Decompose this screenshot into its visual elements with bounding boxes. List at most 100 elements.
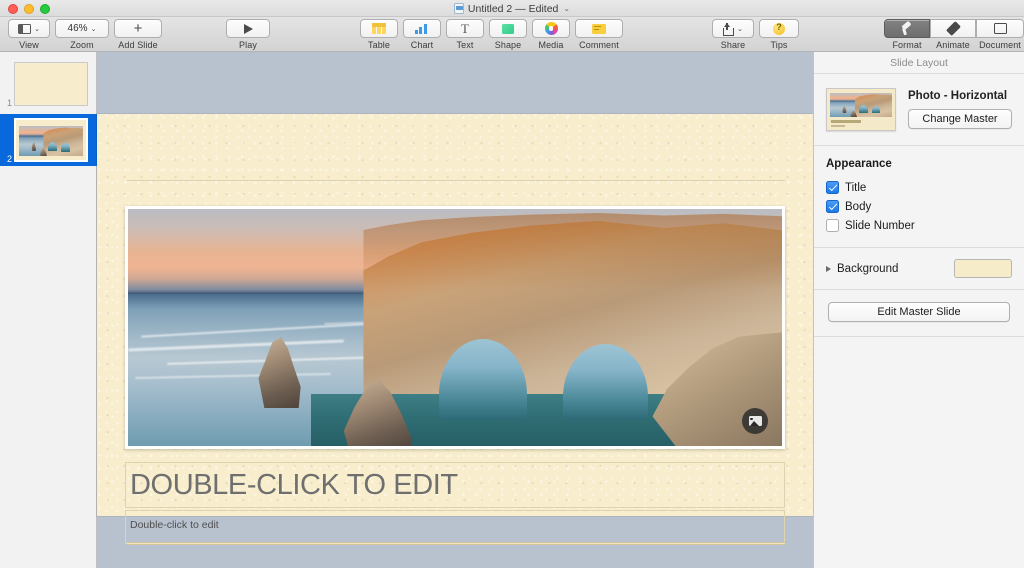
checkbox-title-label: Title: [845, 182, 866, 194]
photo-cliff-highlight: [363, 209, 782, 290]
checkbox-row-title[interactable]: Title: [826, 178, 1012, 197]
slide-canvas[interactable]: DOUBLE-CLICK TO EDIT Double-click to edi…: [97, 114, 813, 516]
thumbnail-canvas: [14, 62, 88, 106]
table-button[interactable]: Table: [360, 19, 398, 50]
view-panes-icon: [18, 24, 31, 34]
divider: [814, 336, 1024, 337]
checkbox-slide-number[interactable]: [826, 219, 839, 232]
share-arrow-up-icon: [723, 23, 734, 35]
document-title[interactable]: Untitled 2 — Edited ⌄: [0, 0, 1024, 17]
play-triangle-icon: [244, 24, 253, 34]
keynote-window: Untitled 2 — Edited ⌄ ⌄ View 46% ⌄ Zoom: [0, 0, 1024, 568]
zoom-button[interactable]: 46% ⌄ Zoom: [55, 19, 109, 50]
slide-number-label: 2: [0, 154, 14, 164]
checkbox-body-label: Body: [845, 201, 871, 213]
play-button-label: Play: [239, 40, 257, 50]
share-button[interactable]: ⌄ Share: [712, 19, 754, 50]
tips-button[interactable]: Tips: [759, 19, 799, 50]
slide-thumbnail-1[interactable]: 1: [0, 58, 97, 110]
divider: [814, 247, 1024, 248]
inspector-tab-group: Format Animate Document: [884, 19, 1024, 50]
slide-photo-placeholder[interactable]: [125, 206, 785, 449]
plus-icon: +: [134, 21, 143, 36]
media-button-label: Media: [538, 40, 563, 50]
slide-body-text: Double-click to edit: [130, 519, 219, 531]
inspector-header: Slide Layout: [814, 52, 1024, 74]
shape-button[interactable]: Shape: [489, 19, 527, 50]
decorative-rule-top: [127, 180, 785, 181]
format-inspector-panel: Slide Layout Photo - Horizontal: [813, 52, 1024, 568]
zoom-button-label: Zoom: [70, 40, 93, 50]
background-row[interactable]: Background: [814, 250, 1024, 287]
toolbar-right-group: ⌄ Share Tips: [712, 19, 799, 50]
animate-diamond-icon: [946, 21, 961, 36]
chevron-down-icon: ⌄: [34, 25, 40, 33]
shape-square-icon: [502, 24, 514, 34]
image-placeholder-icon[interactable]: [742, 408, 768, 434]
table-icon: [372, 23, 386, 34]
slide-number-label: 1: [0, 98, 14, 108]
checkbox-row-slide-number[interactable]: Slide Number: [826, 216, 1012, 235]
chevron-down-icon: ⌄: [91, 25, 97, 33]
toolbar-insert-group: Table Chart T Text Shape: [360, 19, 623, 50]
share-button-label: Share: [721, 40, 746, 50]
master-slide-row: Photo - Horizontal Change Master: [814, 74, 1024, 143]
master-slide-thumbnail[interactable]: [826, 88, 896, 131]
view-button[interactable]: ⌄ View: [8, 19, 50, 50]
background-label: Background: [837, 263, 948, 275]
comment-note-icon: [592, 24, 606, 34]
text-button[interactable]: T Text: [446, 19, 484, 50]
edit-master-row: Edit Master Slide: [814, 292, 1024, 334]
tab-animate[interactable]: Animate: [930, 19, 976, 50]
slide-title-placeholder[interactable]: DOUBLE-CLICK TO EDIT: [125, 462, 785, 508]
disclosure-triangle-icon[interactable]: [826, 266, 831, 272]
divider: [814, 145, 1024, 146]
divider: [814, 289, 1024, 290]
master-slide-meta: Photo - Horizontal Change Master: [908, 88, 1012, 129]
tab-format[interactable]: Format: [884, 19, 930, 50]
text-button-label: Text: [457, 40, 474, 50]
change-master-button[interactable]: Change Master: [908, 109, 1012, 129]
master-thumbnail-text-lines: [831, 120, 861, 127]
checkbox-body[interactable]: [826, 200, 839, 213]
play-button[interactable]: Play: [226, 19, 270, 50]
add-slide-button[interactable]: + Add Slide: [114, 19, 162, 50]
add-slide-label: Add Slide: [118, 40, 157, 50]
toolbar-left-group: ⌄ View 46% ⌄ Zoom + Add Slide: [8, 19, 162, 50]
tips-question-icon: [773, 23, 785, 35]
edit-master-slide-button[interactable]: Edit Master Slide: [828, 302, 1010, 322]
tab-format-label: Format: [892, 40, 921, 50]
zoom-value: 46%: [68, 23, 88, 34]
chevron-down-icon[interactable]: ⌄: [563, 4, 570, 13]
comment-button[interactable]: Comment: [575, 19, 623, 50]
tab-animate-label: Animate: [936, 40, 970, 50]
photo-image: [128, 209, 782, 446]
tab-document[interactable]: Document: [976, 19, 1024, 50]
chart-button[interactable]: Chart: [403, 19, 441, 50]
slide-canvas-area[interactable]: DOUBLE-CLICK TO EDIT Double-click to edi…: [97, 52, 813, 568]
text-t-icon: T: [461, 22, 469, 35]
slide-navigator[interactable]: 1 2: [0, 52, 97, 568]
document-title-text: Untitled 2 — Edited: [468, 3, 558, 15]
slide-body-placeholder[interactable]: Double-click to edit: [125, 510, 785, 544]
checkbox-slide-number-label: Slide Number: [845, 220, 915, 232]
background-color-swatch[interactable]: [954, 259, 1012, 278]
keynote-document-icon: [454, 3, 464, 14]
toolbar-play-group: Play: [226, 19, 270, 50]
shape-button-label: Shape: [495, 40, 522, 50]
appearance-section-title: Appearance: [826, 158, 1012, 170]
media-photos-icon: [545, 22, 558, 35]
tab-document-label: Document: [979, 40, 1021, 50]
slide-thumbnail-2[interactable]: 2: [0, 114, 97, 166]
slide-title-text: DOUBLE-CLICK TO EDIT: [130, 469, 458, 502]
chevron-down-icon: ⌄: [737, 25, 743, 33]
chart-button-label: Chart: [411, 40, 434, 50]
tips-button-label: Tips: [770, 40, 787, 50]
checkbox-title[interactable]: [826, 181, 839, 194]
checkbox-row-body[interactable]: Body: [826, 197, 1012, 216]
decorative-rule-bottom: [127, 542, 785, 545]
format-brush-icon: [900, 22, 914, 35]
inspector-header-label: Slide Layout: [890, 57, 948, 69]
chart-bars-icon: [415, 23, 429, 34]
media-button[interactable]: Media: [532, 19, 570, 50]
